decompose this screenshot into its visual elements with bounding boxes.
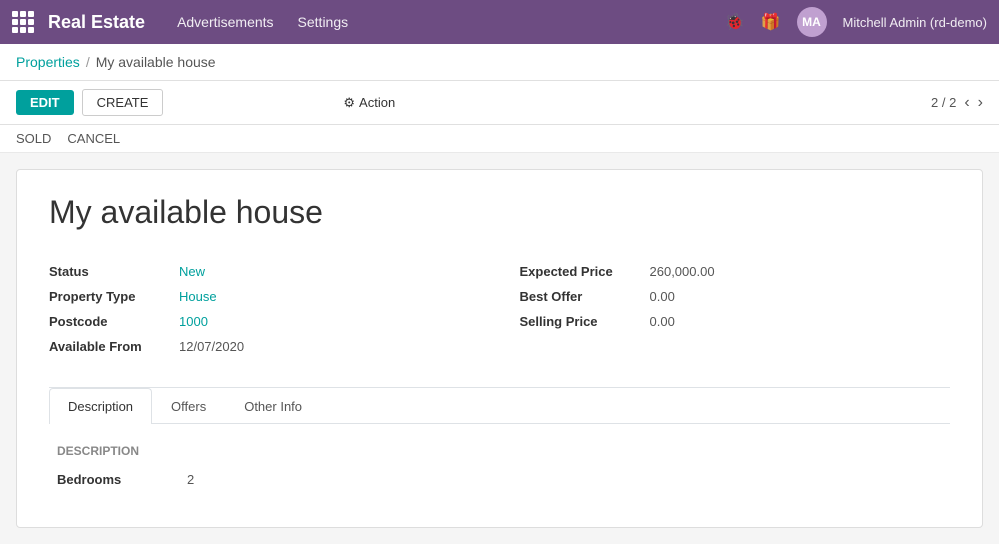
nav-link-settings[interactable]: Settings: [298, 14, 349, 30]
next-page-button[interactable]: ›: [978, 94, 983, 112]
record-card: My available house Status New Property T…: [16, 169, 983, 528]
breadcrumb-parent[interactable]: Properties: [16, 54, 80, 70]
main-content: My available house Status New Property T…: [0, 153, 999, 544]
status-value: New: [179, 264, 205, 279]
fields-grid: Status New Property Type House Postcode …: [49, 259, 950, 359]
bedrooms-label: Bedrooms: [57, 472, 187, 487]
nav-links: Advertisements Settings: [177, 14, 725, 30]
expected-price-label: Expected Price: [520, 264, 650, 279]
description-section-label: Description: [57, 444, 942, 458]
field-bedrooms: Bedrooms 2: [57, 468, 942, 491]
property-type-label: Property Type: [49, 289, 179, 304]
selling-price-label: Selling Price: [520, 314, 650, 329]
expected-price-value: 260,000.00: [650, 264, 715, 279]
sold-button[interactable]: SOLD: [16, 131, 51, 146]
available-from-value: 12/07/2020: [179, 339, 244, 354]
status-label: Status: [49, 264, 179, 279]
action-label: Action: [359, 95, 395, 110]
postcode-value: 1000: [179, 314, 208, 329]
selling-price-value: 0.00: [650, 314, 675, 329]
grid-icon: [12, 11, 34, 33]
grid-menu-button[interactable]: [12, 11, 34, 33]
best-offer-value: 0.00: [650, 289, 675, 304]
breadcrumb: Properties / My available house: [0, 44, 999, 81]
tabs-container: Description Offers Other Info Descriptio…: [49, 387, 950, 503]
edit-button[interactable]: EDIT: [16, 90, 74, 115]
top-nav-right: 🐞 🎁 MA Mitchell Admin (rd-demo): [725, 7, 987, 37]
page-indicator: 2 / 2: [931, 95, 956, 110]
field-expected-price: Expected Price 260,000.00: [520, 259, 951, 284]
tab-content-description: Description Bedrooms 2: [49, 424, 950, 503]
action-button[interactable]: ⚙ Action: [343, 95, 395, 111]
gift-icon[interactable]: 🎁: [761, 12, 781, 32]
field-available-from: Available From 12/07/2020: [49, 334, 480, 359]
field-best-offer: Best Offer 0.00: [520, 284, 951, 309]
nav-link-advertisements[interactable]: Advertisements: [177, 14, 273, 30]
breadcrumb-current: My available house: [96, 54, 216, 70]
cancel-button[interactable]: CANCEL: [67, 131, 120, 146]
action-bar: EDIT CREATE ⚙ Action 2 / 2 ‹ ›: [0, 81, 999, 125]
pagination: 2 / 2 ‹ ›: [931, 94, 983, 112]
postcode-label: Postcode: [49, 314, 179, 329]
user-name: Mitchell Admin (rd-demo): [843, 15, 988, 30]
field-selling-price: Selling Price 0.00: [520, 309, 951, 334]
tab-other-info[interactable]: Other Info: [225, 388, 321, 424]
fields-left: Status New Property Type House Postcode …: [49, 259, 480, 359]
gear-icon: ⚙: [343, 95, 355, 111]
best-offer-label: Best Offer: [520, 289, 650, 304]
tab-description[interactable]: Description: [49, 388, 152, 424]
field-postcode: Postcode 1000: [49, 309, 480, 334]
top-navigation: Real Estate Advertisements Settings 🐞 🎁 …: [0, 0, 999, 44]
field-property-type: Property Type House: [49, 284, 480, 309]
prev-page-button[interactable]: ‹: [964, 94, 969, 112]
avatar[interactable]: MA: [797, 7, 827, 37]
record-title: My available house: [49, 194, 950, 231]
fields-right: Expected Price 260,000.00 Best Offer 0.0…: [520, 259, 951, 359]
breadcrumb-separator: /: [86, 54, 90, 70]
status-bar: SOLD CANCEL: [0, 125, 999, 153]
app-brand: Real Estate: [48, 12, 145, 33]
tab-offers[interactable]: Offers: [152, 388, 225, 424]
field-status: Status New: [49, 259, 480, 284]
available-from-label: Available From: [49, 339, 179, 354]
create-button[interactable]: CREATE: [82, 89, 164, 116]
bedrooms-value: 2: [187, 472, 194, 487]
tabs-nav: Description Offers Other Info: [49, 388, 950, 424]
bug-icon[interactable]: 🐞: [725, 12, 745, 32]
property-type-value[interactable]: House: [179, 289, 217, 304]
